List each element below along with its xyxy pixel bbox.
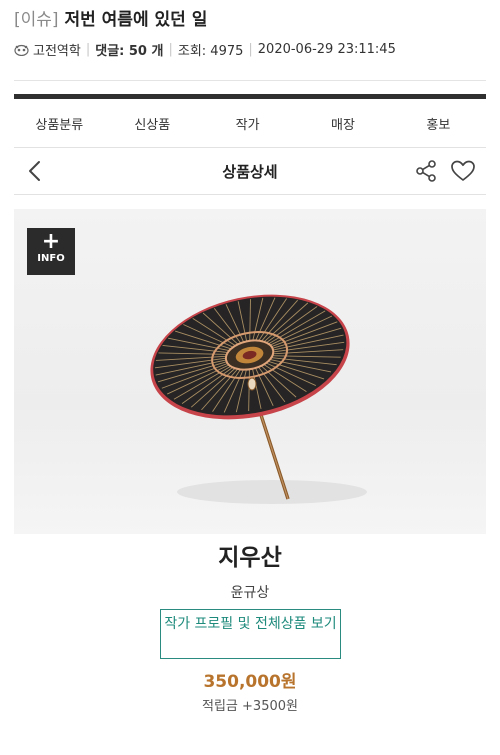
post-header: [이슈] 저번 여름에 있던 일 고전역학 | 댓글: 50 개 | 조회: 4… xyxy=(14,8,486,59)
post-title-text: 저번 여름에 있던 일 xyxy=(64,10,208,30)
info-button[interactable]: + INFO xyxy=(27,228,75,275)
share-icon[interactable] xyxy=(414,159,438,183)
tab-promotion[interactable]: 홍보 xyxy=(391,114,486,133)
nav-tabs: 상품분류 신상품 작가 매장 홍보 xyxy=(14,99,486,147)
meta-separator: | xyxy=(248,42,253,57)
post-comments[interactable]: 댓글: 50 개 xyxy=(95,40,163,59)
shop-screenshot: 상품분류 신상품 작가 매장 홍보 상품상세 + INFO xyxy=(14,94,486,534)
post-datetime: 2020-06-29 23:11:45 xyxy=(257,42,396,57)
artist-profile-button[interactable]: 작가 프로필 및 전체상품 보기 xyxy=(160,609,341,659)
author-icon xyxy=(14,44,29,56)
detail-bar: 상품상세 xyxy=(14,147,486,195)
post-tag: [이슈] xyxy=(14,10,59,30)
info-label: INFO xyxy=(37,253,65,264)
product-price: 350,000원 xyxy=(203,672,297,692)
meta-separator: | xyxy=(168,42,173,57)
umbrella-illustration xyxy=(150,294,367,504)
product-name: 지우산 xyxy=(218,545,282,571)
plus-icon: + xyxy=(41,229,61,254)
tab-new-products[interactable]: 신상품 xyxy=(105,114,200,133)
post-title[interactable]: [이슈] 저번 여름에 있던 일 xyxy=(14,8,486,32)
tab-artist[interactable]: 작가 xyxy=(200,114,295,133)
post-author[interactable]: 고전역학 xyxy=(33,40,81,59)
heart-icon[interactable] xyxy=(450,159,476,183)
detail-title: 상품상세 xyxy=(222,162,278,181)
post-meta: 고전역학 | 댓글: 50 개 | 조회: 4975 | 2020-06-29 … xyxy=(14,40,486,59)
artist-name[interactable]: 윤규상 xyxy=(0,582,500,602)
header-divider xyxy=(14,80,486,81)
product-image: + INFO xyxy=(14,209,486,534)
tab-category[interactable]: 상품분류 xyxy=(14,114,105,133)
reward-points: 적립금 +3500원 xyxy=(202,699,298,714)
back-chevron-icon[interactable] xyxy=(24,159,48,183)
tab-store[interactable]: 매장 xyxy=(295,114,390,133)
meta-separator: | xyxy=(85,42,91,57)
post-views: 조회: 4975 xyxy=(177,44,244,59)
